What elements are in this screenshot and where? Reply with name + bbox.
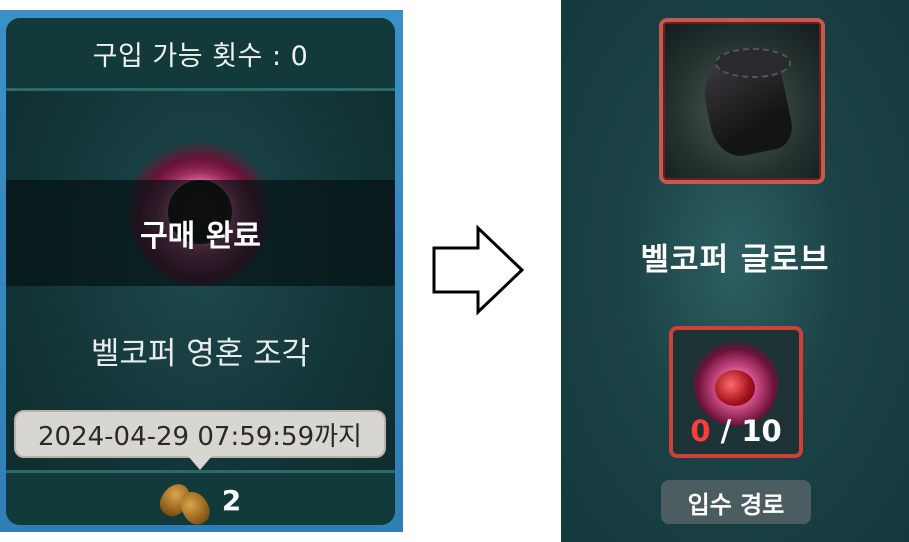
right-arrow-icon (432, 224, 525, 316)
equipment-slot[interactable] (659, 18, 825, 184)
deadline-tooltip: 2024-04-29 07:59:59까지 (14, 410, 386, 458)
purchase-complete-text: 구매 완료 (140, 219, 261, 254)
material-slot[interactable]: 0 / 10 (669, 326, 803, 458)
material-count: 0 / 10 (673, 414, 799, 448)
acquisition-path-button[interactable]: 입수 경로 (661, 480, 811, 524)
material-required: 10 (741, 414, 782, 448)
purchase-limit-header: 구입 가능 횟수 : 0 (6, 18, 395, 91)
soul-fragment-core (715, 370, 755, 406)
equipment-panel: 벨코퍼 글로브 0 / 10 입수 경로 (561, 0, 909, 542)
price-footer: 2 (6, 470, 395, 525)
deadline-tooltip-tail (188, 456, 212, 470)
glove-cuff (715, 48, 791, 78)
shop-item-name: 벨코퍼 영혼 조각 (90, 336, 311, 372)
shop-card-container: 구입 가능 횟수 : 0 구매 완료 벨코퍼 영혼 조각 2024-04-29 … (0, 10, 403, 532)
purchase-limit-text: 구입 가능 횟수 : 0 (92, 40, 309, 72)
shop-card[interactable]: 구입 가능 횟수 : 0 구매 완료 벨코퍼 영혼 조각 2024-04-29 … (6, 18, 395, 525)
equipment-name: 벨코퍼 글로브 (640, 242, 830, 278)
seed-currency-icon (154, 478, 215, 525)
price-value: 2 (221, 484, 242, 517)
purchase-complete-overlay: 구매 완료 (6, 180, 395, 286)
material-separator: / (710, 414, 742, 448)
material-owned: 0 (690, 414, 711, 448)
